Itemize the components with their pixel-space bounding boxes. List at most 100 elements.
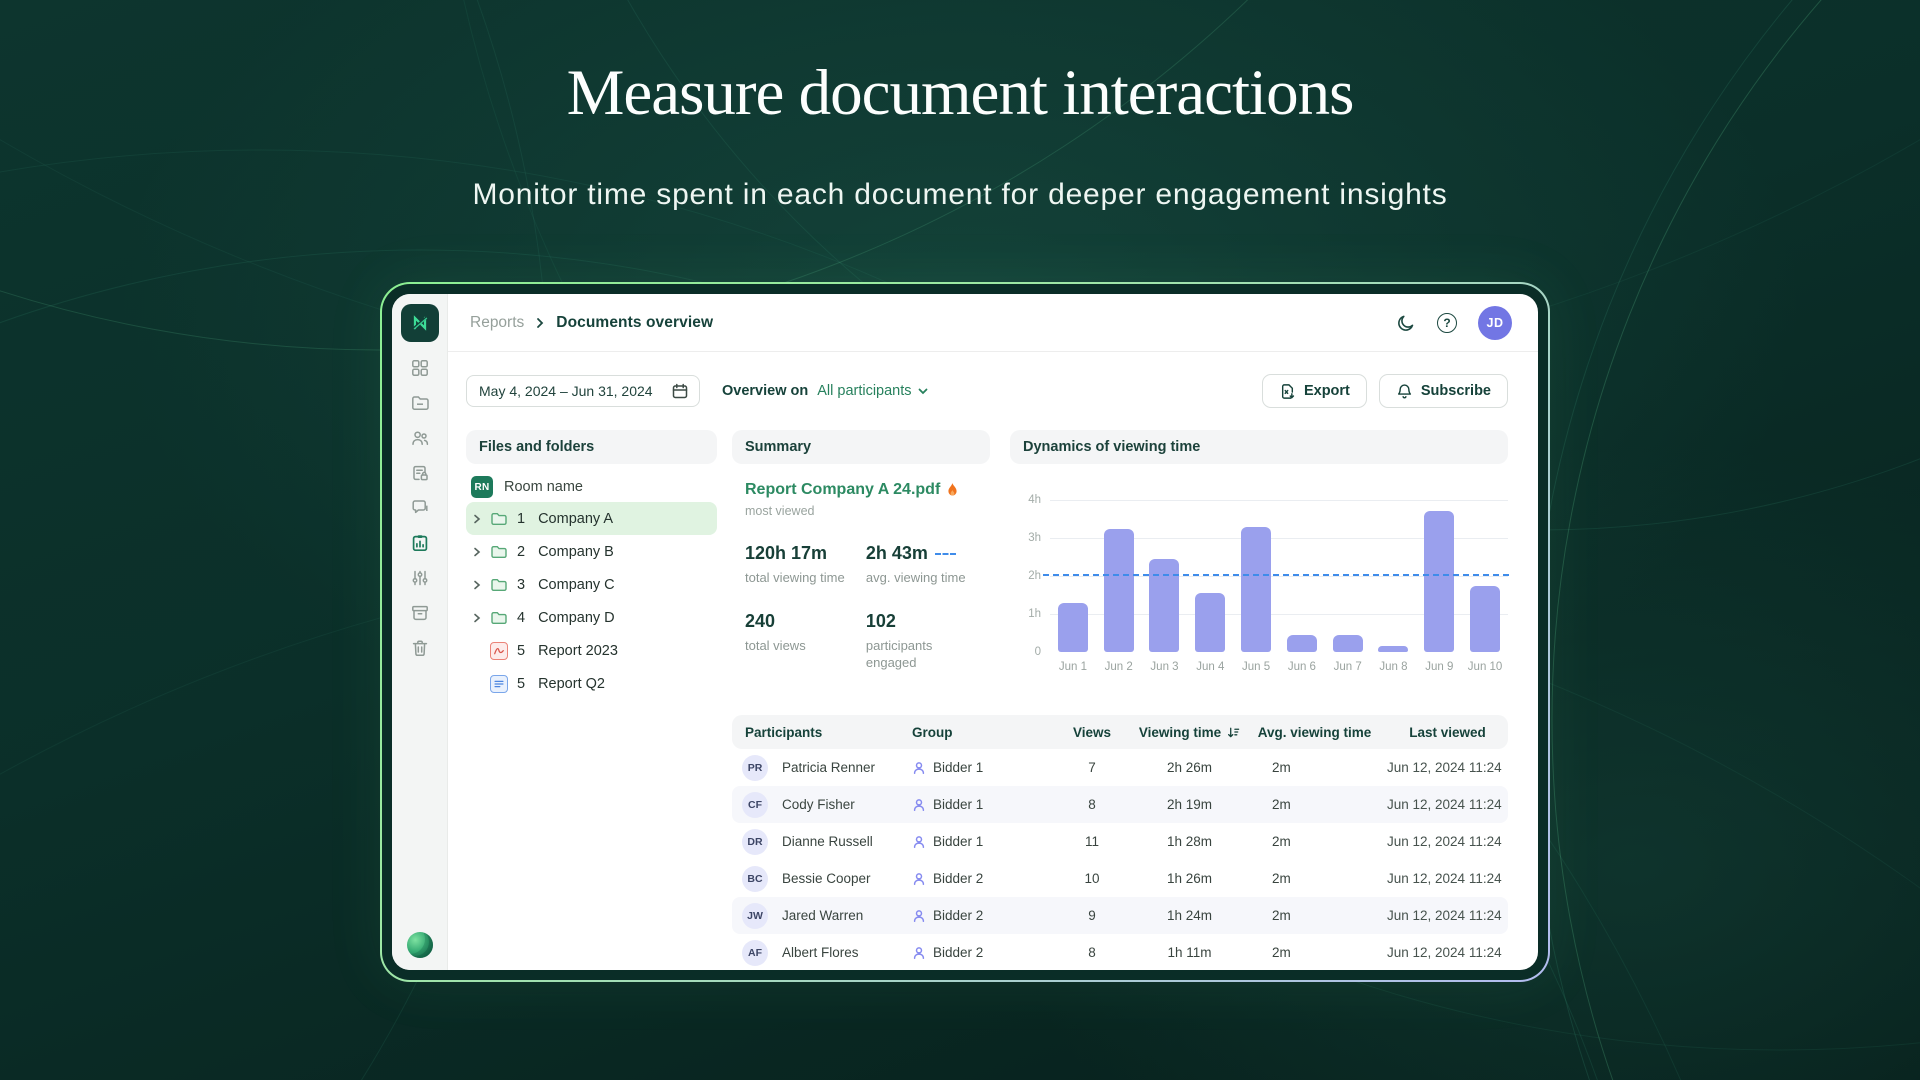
logo-mark-icon [409, 312, 431, 334]
chevron-right-icon[interactable] [471, 546, 483, 558]
group-person-icon [912, 835, 926, 849]
viewing-time-chart-panel: Dynamics of viewing time 4h3h2h1h0 Jun 1… [1010, 430, 1508, 687]
group-person-icon [912, 798, 926, 812]
folder-icon [490, 543, 508, 561]
chart-x-axis: Jun 1Jun 2Jun 3Jun 4Jun 5Jun 6Jun 7Jun 8… [1050, 661, 1508, 673]
files-panel-title: Files and folders [466, 430, 717, 464]
participant-avatar: JW [742, 903, 768, 929]
column-header-viewing-time[interactable]: Viewing time [1127, 725, 1252, 740]
folder-icon [490, 609, 508, 627]
most-viewed-label: most viewed [745, 504, 990, 518]
table-row[interactable]: JWJared Warren Bidder 2 9 1h 24m 2m Jun … [732, 897, 1508, 934]
folder-row-company-a[interactable]: 1 Company A [466, 502, 717, 535]
settings-sliders-icon[interactable] [410, 568, 430, 588]
chart-x-label: Jun 3 [1142, 661, 1188, 673]
chevron-right-icon[interactable] [471, 612, 483, 624]
chart-x-label: Jun 9 [1416, 661, 1462, 673]
qa-chat-icon[interactable] [410, 498, 430, 518]
folder-row-company-b[interactable]: 2 Company B [466, 535, 717, 568]
table-row[interactable]: PRPatricia Renner Bidder 1 7 2h 26m 2m J… [732, 749, 1508, 786]
participant-avatar: CF [742, 792, 768, 818]
participant-name: Jared Warren [782, 908, 863, 923]
export-button[interactable]: Export [1262, 374, 1367, 408]
table-row[interactable]: AFAlbert Flores Bidder 2 8 1h 11m 2m Jun… [732, 934, 1508, 970]
breadcrumb-parent[interactable]: Reports [470, 314, 524, 332]
chevron-down-icon [917, 385, 929, 397]
participant-name: Cody Fisher [782, 797, 855, 812]
icon-sidebar [392, 294, 448, 970]
participants-table: Participants Group Views Viewing time Av… [732, 715, 1508, 970]
reports-icon-active[interactable] [410, 533, 430, 553]
chart-x-label: Jun 5 [1233, 661, 1279, 673]
date-range-input[interactable]: May 4, 2024 – Jun 31, 2024 [466, 375, 700, 407]
archive-icon[interactable] [410, 603, 430, 623]
participant-name: Patricia Renner [782, 760, 875, 775]
room-row[interactable]: RN Room name [466, 472, 717, 502]
bell-icon [1396, 383, 1413, 400]
chevron-right-icon[interactable] [471, 513, 483, 525]
content-area: May 4, 2024 – Jun 31, 2024 Overview on A… [448, 352, 1538, 970]
user-avatar[interactable]: JD [1478, 306, 1512, 340]
column-header-views[interactable]: Views [1057, 725, 1127, 740]
stat-avg-viewing-time: 2h 43m avg. viewing time [866, 543, 990, 587]
chart-x-label: Jun 2 [1096, 661, 1142, 673]
folder-row-company-d[interactable]: 4 Company D [466, 601, 717, 634]
subscribe-button[interactable]: Subscribe [1379, 374, 1508, 408]
chart-x-label: Jun 8 [1371, 661, 1417, 673]
folder-row-company-c[interactable]: 3 Company C [466, 568, 717, 601]
table-row[interactable]: CFCody Fisher Bidder 1 8 2h 19m 2m Jun 1… [732, 786, 1508, 823]
chart-plot [1050, 500, 1508, 652]
users-icon[interactable] [410, 428, 430, 448]
calendar-icon [671, 382, 689, 400]
room-badge: RN [471, 476, 493, 498]
chart-average-dashed-line [1043, 574, 1509, 576]
chevron-right-icon[interactable] [471, 579, 483, 591]
file-row-report-2023[interactable]: 5 Report 2023 [466, 634, 717, 667]
breadcrumb-current: Documents overview [556, 314, 713, 332]
file-row-report-q2[interactable]: 5 Report Q2 [466, 667, 717, 700]
participant-name: Bessie Cooper [782, 871, 871, 886]
table-header-row: Participants Group Views Viewing time Av… [732, 715, 1508, 749]
table-row[interactable]: DRDianne Russell Bidder 1 11 1h 28m 2m J… [732, 823, 1508, 860]
group-person-icon [912, 761, 926, 775]
column-header-group[interactable]: Group [912, 725, 1057, 740]
group-person-icon [912, 946, 926, 960]
help-icon[interactable]: ? [1437, 313, 1457, 333]
account-sphere-logo[interactable] [407, 932, 433, 958]
summary-panel: Summary Report Company A 24.pdf most vie… [732, 430, 990, 687]
column-header-last-viewed[interactable]: Last viewed [1377, 725, 1508, 740]
trash-icon[interactable] [410, 638, 430, 658]
dark-mode-moon-icon[interactable] [1396, 313, 1416, 333]
chart-x-label: Jun 10 [1462, 661, 1508, 673]
most-viewed-document-link[interactable]: Report Company A 24.pdf [745, 481, 959, 499]
document-lock-icon[interactable] [410, 463, 430, 483]
chart-x-label: Jun 6 [1279, 661, 1325, 673]
room-name: Room name [504, 479, 583, 495]
pdf-file-icon [490, 642, 508, 660]
documents-icon[interactable] [410, 393, 430, 413]
column-header-participants[interactable]: Participants [732, 725, 912, 740]
date-range-value: May 4, 2024 – Jun 31, 2024 [479, 383, 653, 399]
table-row[interactable]: BCBessie Cooper Bidder 2 10 1h 26m 2m Ju… [732, 860, 1508, 897]
sort-descending-icon [1227, 726, 1240, 739]
stat-participants-engaged: 102 participants engaged [866, 611, 990, 672]
dashboard-icon[interactable] [410, 358, 430, 378]
participants-filter-dropdown[interactable]: All participants [817, 383, 928, 399]
column-header-avg-viewing-time[interactable]: Avg. viewing time [1252, 725, 1377, 740]
chart-x-label: Jun 1 [1050, 661, 1096, 673]
hero-title: Measure document interactions [0, 56, 1920, 131]
stat-total-viewing-time: 120h 17m total viewing time [745, 543, 860, 587]
stat-total-views: 240 total views [745, 611, 860, 672]
files-panel: Files and folders RN Room name 1 Company… [466, 430, 717, 700]
summary-panel-title: Summary [732, 430, 990, 464]
participant-name: Dianne Russell [782, 834, 873, 849]
folder-icon [490, 576, 508, 594]
group-person-icon [912, 872, 926, 886]
folder-icon [490, 510, 508, 528]
breadcrumb-chevron-icon [533, 316, 547, 330]
table-body: PRPatricia Renner Bidder 1 7 2h 26m 2m J… [732, 749, 1508, 970]
overview-on-label: Overview on [722, 383, 808, 399]
participant-avatar: DR [742, 829, 768, 855]
topbar: Reports Documents overview ? JD [448, 294, 1538, 352]
participant-avatar: PR [742, 755, 768, 781]
